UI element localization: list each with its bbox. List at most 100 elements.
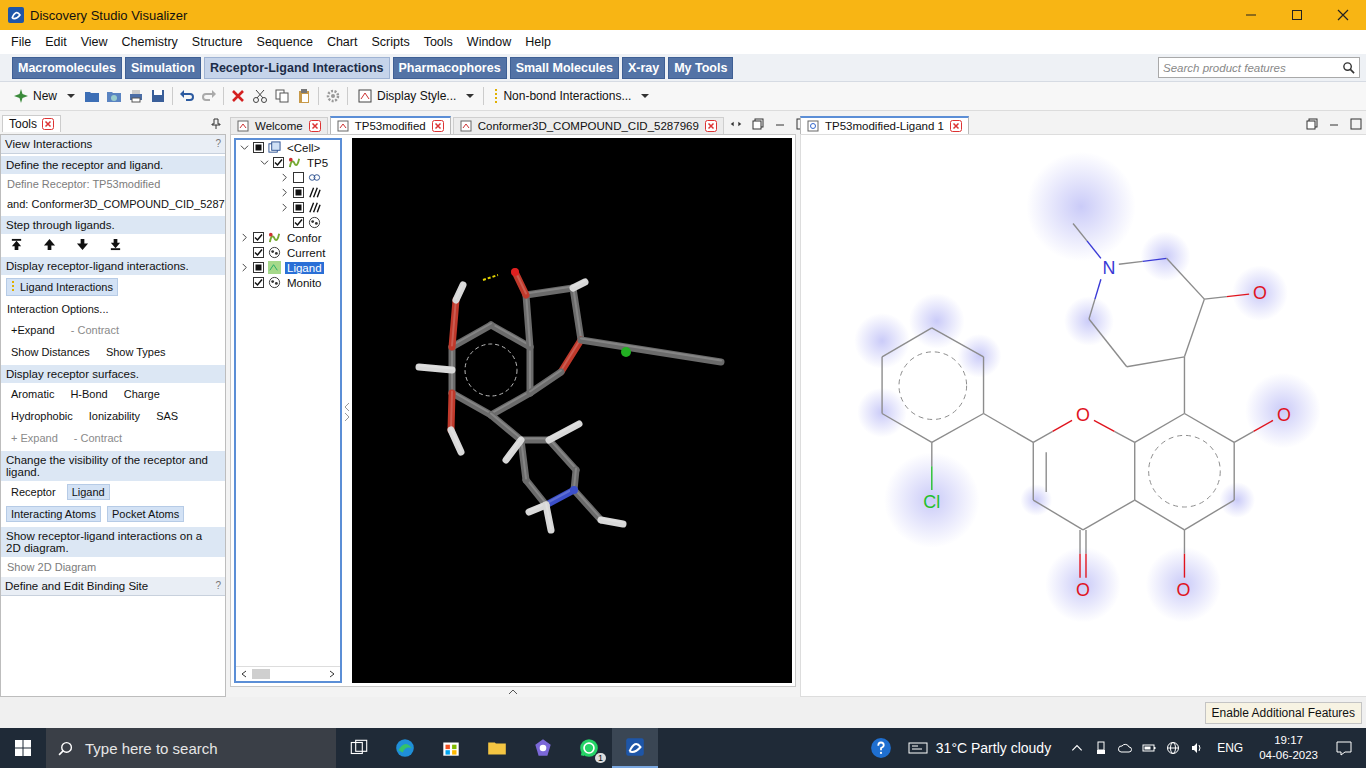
display-style-button[interactable]: Display Style... [354,88,477,104]
open-folder-icon[interactable] [84,88,100,104]
battery-icon[interactable] [1142,741,1156,755]
tree-label[interactable]: Monito [285,277,324,289]
checkbox[interactable] [253,277,264,288]
tree-row[interactable]: Current [236,245,340,260]
usb-icon[interactable] [1094,741,1108,755]
caret-icon[interactable] [67,92,75,100]
tool-link[interactable]: Show 2D Diagram [1,557,225,577]
diagram-tab[interactable]: TP53modified-Ligand 1 [800,116,969,134]
file-explorer-icon[interactable] [486,737,508,759]
close-tab-icon[interactable] [950,120,962,132]
tree-row[interactable]: <Cell> [236,140,340,155]
tool-button[interactable]: - Contract [69,430,127,446]
expander-icon[interactable] [240,263,249,272]
first-icon[interactable] [10,238,23,251]
tool-button[interactable]: Show Types [101,344,171,360]
maximize-icon[interactable] [1274,0,1320,30]
tool-button[interactable]: Interacting Atoms [6,506,101,522]
atom-label[interactable]: O [1177,580,1191,600]
checkbox[interactable] [293,172,304,183]
tool-link[interactable]: Define Receptor: TP53modified [1,174,225,194]
app-icon[interactable] [532,737,554,759]
menu-item[interactable]: View [74,35,115,49]
tree-row[interactable]: TP5 [236,155,340,170]
network-icon[interactable] [1166,741,1180,755]
discovery-studio-app[interactable] [612,728,658,768]
cut-icon[interactable] [252,88,268,104]
tool-button[interactable]: H-Bond [65,386,112,402]
tree-row[interactable] [236,200,340,215]
tree-row[interactable]: Monito [236,275,340,290]
expander-icon[interactable] [280,188,289,197]
product-tab[interactable]: Small Molecules [510,57,619,79]
atom-label[interactable]: O [1253,283,1267,303]
weather-widget[interactable]: 31°C Partly cloudy [908,740,1051,756]
tab-scroll-icon[interactable] [729,117,743,131]
menu-item[interactable]: Structure [185,35,250,49]
menu-item[interactable]: Chart [320,35,365,49]
close-tab-icon[interactable] [705,120,717,132]
expander-icon[interactable] [260,158,269,167]
collapse-icon[interactable] [344,401,350,421]
search-field[interactable] [1158,57,1360,78]
language-indicator[interactable]: ENG [1217,741,1243,755]
close-icon[interactable] [1320,0,1366,30]
clock[interactable]: 19:17 04-06-2023 [1259,733,1318,763]
checkbox[interactable] [293,217,304,228]
tool-button[interactable]: Show Distances [6,344,95,360]
document-tab[interactable]: Conformer3D_COMPOUND_CID_5287969 [453,117,724,134]
close-tab-icon[interactable] [42,118,54,130]
minimize-icon[interactable] [773,117,787,131]
scroll-thumb[interactable] [252,669,270,679]
undo-icon[interactable] [179,88,195,104]
restore-icon[interactable] [1305,117,1319,131]
expander-icon[interactable] [240,248,249,257]
tree-row[interactable] [236,215,340,230]
menu-item[interactable]: Sequence [250,35,320,49]
product-tab[interactable]: My Tools [668,57,733,79]
caret-icon[interactable] [641,92,649,100]
checkbox[interactable] [273,157,284,168]
pin-icon[interactable] [210,118,222,130]
2d-interaction-diagram[interactable]: NOOOOOCl [800,134,1366,697]
menu-item[interactable]: Scripts [364,35,416,49]
volume-icon[interactable] [1190,741,1204,755]
3d-molecule-view[interactable] [352,138,792,683]
tree-label[interactable]: Current [285,247,327,259]
tool-link[interactable]: and: Conformer3D_COMPOUND_CID_52879 [1,194,225,214]
new-button[interactable]: New [10,88,78,104]
document-tab[interactable]: Welcome [230,117,328,134]
store-icon[interactable] [440,737,462,759]
tool-link[interactable]: Interaction Options... [1,299,225,319]
product-tab[interactable]: X-ray [622,57,665,79]
tree-row[interactable] [236,185,340,200]
tool-button[interactable]: Aromatic [6,386,59,402]
checkbox[interactable] [253,262,264,273]
tree-row[interactable] [236,170,340,185]
up-arrow-icon[interactable] [43,238,56,251]
tree-row[interactable]: Ligand [236,260,340,275]
checkbox[interactable] [253,142,264,153]
nonbond-interactions-button[interactable]: Non-bond Interactions... [490,88,652,104]
expander-icon[interactable] [280,173,289,182]
close-tab-icon[interactable] [432,120,444,132]
whatsapp-app[interactable]: 1 [566,737,612,759]
tool-group-header[interactable]: View Interactions? [1,135,225,154]
last-icon[interactable] [109,238,122,251]
minimize-icon[interactable] [1228,0,1274,30]
down-arrow-icon[interactable] [76,238,89,251]
edge-icon[interactable] [394,737,416,759]
tool-button[interactable]: Ionizability [84,408,145,424]
atom-label[interactable]: O [1076,580,1090,600]
restore-icon[interactable] [751,117,765,131]
tool-button[interactable]: + Expand [6,430,63,446]
scroll-left-icon[interactable] [240,670,248,678]
atom-label[interactable]: O [1277,405,1291,425]
notifications-icon[interactable] [1336,740,1352,756]
tool-button[interactable]: Ligand [67,484,110,500]
tool-button[interactable]: Pocket Atoms [107,506,184,522]
gear-icon[interactable] [325,88,341,104]
tool-button[interactable]: Charge [119,386,165,402]
taskbar-search[interactable]: Type here to search [46,728,336,768]
print-icon[interactable] [128,88,144,104]
